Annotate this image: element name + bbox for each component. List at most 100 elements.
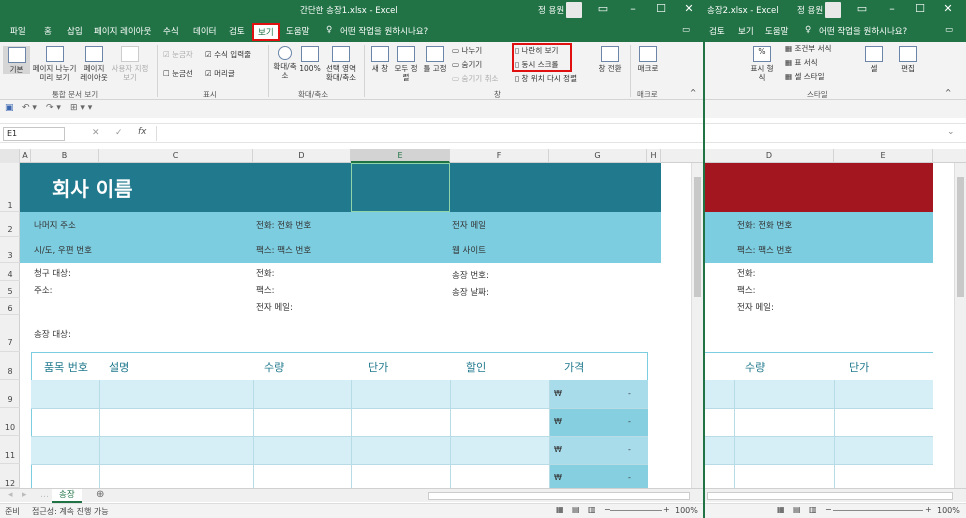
scroll-thumb[interactable] — [957, 177, 964, 297]
cells-button[interactable]: 셀 — [863, 46, 885, 73]
number-format-button[interactable]: % 표시 형식 — [749, 46, 775, 82]
zoom-in-icon[interactable]: + — [925, 505, 932, 514]
hide-button[interactable]: ▭ 숨기기 — [452, 60, 482, 69]
enter-icon[interactable]: ✓ — [115, 128, 123, 138]
comment-icon[interactable]: ▭ — [682, 25, 690, 35]
row-header-5[interactable]: 5 — [0, 281, 20, 298]
tab-view[interactable]: 보기 — [252, 23, 280, 41]
vertical-scrollbar[interactable] — [954, 163, 966, 488]
col-header-d[interactable]: D — [705, 149, 834, 163]
maximize-icon[interactable]: ☐ — [913, 2, 927, 15]
format-as-table-button[interactable]: ▦ 표 서식 — [785, 58, 818, 67]
customize-qat-icon[interactable]: ⊞ ▾ ▾ — [70, 103, 92, 113]
zoom-out-icon[interactable]: − — [604, 505, 611, 514]
tab-page-layout[interactable]: 페이지 레이아웃 — [94, 25, 151, 37]
tab-home[interactable]: 홈 — [44, 25, 52, 37]
comment-icon[interactable]: ▭ — [945, 25, 953, 35]
col-header-b[interactable]: B — [31, 149, 99, 163]
col-header-f[interactable]: F — [450, 149, 549, 163]
more-sheets-icon[interactable]: … — [40, 490, 49, 500]
unhide-button[interactable]: ▭ 숨기기 취소 — [452, 74, 498, 83]
tell-me-search[interactable]: 어떤 작업을 원하시나요? — [340, 25, 428, 37]
ribbon-display-icon[interactable]: ▭ — [596, 2, 610, 15]
cancel-icon[interactable]: ✕ — [92, 128, 100, 138]
tab-help[interactable]: 도움말 — [286, 25, 309, 37]
row-header-4[interactable]: 4 — [0, 263, 20, 281]
col-header-g[interactable]: G — [549, 149, 647, 163]
new-window-button[interactable]: 새 창 — [369, 46, 391, 73]
page-layout-status-icon[interactable]: ▤ — [572, 505, 580, 514]
col-header-e[interactable]: E — [834, 149, 933, 163]
tell-me-search[interactable]: 어떤 작업을 원하시나요? — [819, 25, 907, 37]
user-avatar[interactable] — [825, 2, 841, 18]
tab-view[interactable]: 보기 — [738, 25, 754, 37]
page-break-status-icon[interactable]: ▥ — [809, 505, 817, 514]
selected-cell-e1[interactable] — [351, 163, 450, 212]
zoom-in-icon[interactable]: + — [663, 505, 670, 514]
next-sheet-icon[interactable]: ▸ — [22, 490, 27, 500]
row-header-11[interactable]: 11 — [0, 436, 20, 464]
split-button[interactable]: ▭ 나누기 — [452, 46, 482, 55]
row-header-3[interactable]: 3 — [0, 237, 20, 263]
col-header-e[interactable]: E — [351, 149, 450, 163]
zoom-slider[interactable] — [833, 510, 923, 511]
maximize-icon[interactable]: ☐ — [654, 2, 668, 15]
sheet-grid[interactable]: 전화: 전화 번호 팩스: 팩스 번호 전자 웹 사 전화: 팩스: 전자 메일… — [705, 163, 933, 488]
tab-formulas[interactable]: 수식 — [163, 25, 179, 37]
row-header-8[interactable]: 8 — [0, 352, 20, 380]
zoom-button[interactable]: 확대/축소 — [272, 46, 298, 80]
cell-styles-button[interactable]: ▦ 셀 스타일 — [785, 72, 824, 81]
zoom-slider[interactable] — [610, 510, 662, 511]
horizontal-scrollbar[interactable] — [428, 492, 690, 500]
user-avatar[interactable] — [566, 2, 582, 18]
minimize-icon[interactable]: – — [626, 2, 640, 15]
normal-view-status-icon[interactable]: ▦ — [556, 505, 564, 514]
zoom-to-selection-button[interactable]: 선택 영역 확대/축소 — [322, 46, 360, 82]
row-header-6[interactable]: 6 — [0, 298, 20, 315]
normal-view-button[interactable]: 기본 — [3, 46, 30, 74]
page-layout-status-icon[interactable]: ▤ — [793, 505, 801, 514]
page-break-status-icon[interactable]: ▥ — [588, 505, 596, 514]
close-icon[interactable]: ✕ — [941, 2, 955, 15]
zoom-level[interactable]: 100% — [937, 506, 960, 515]
editing-button[interactable]: 편집 — [897, 46, 919, 73]
row-header-10[interactable]: 10 — [0, 408, 20, 436]
save-icon[interactable]: ▣ — [5, 103, 14, 113]
gridlines-checkbox[interactable]: ☐ 눈금선 — [163, 69, 193, 78]
expand-formula-icon[interactable]: ⌄ — [947, 127, 955, 137]
sheet-tab-invoice[interactable]: 송장 — [52, 489, 82, 503]
row-header-12[interactable]: 12 — [0, 464, 20, 488]
vertical-scrollbar[interactable] — [691, 163, 703, 488]
reset-window-position-button[interactable]: ▯ 창 위치 다시 정렬 — [515, 74, 577, 83]
user-name[interactable]: 정 용원 — [538, 4, 564, 16]
ribbon-display-icon[interactable]: ▭ — [855, 2, 869, 15]
collapse-ribbon-icon[interactable]: ^ — [945, 88, 951, 97]
formula-bar-checkbox[interactable]: ☑ 수식 입력줄 — [205, 50, 251, 59]
macros-button[interactable]: 매크로 — [636, 46, 660, 73]
formula-input[interactable] — [156, 126, 686, 141]
ruler-checkbox[interactable]: ☑ 눈금자 — [163, 50, 193, 59]
select-all-corner[interactable] — [0, 149, 20, 163]
col-header-a[interactable]: A — [20, 149, 31, 163]
scroll-thumb[interactable] — [694, 177, 701, 297]
col-header-d[interactable]: D — [253, 149, 351, 163]
function-icon[interactable]: fx — [138, 127, 147, 137]
zoom-level[interactable]: 100% — [675, 506, 698, 515]
row-header-1[interactable]: 1 — [0, 163, 20, 212]
horizontal-scrollbar[interactable] — [707, 492, 953, 500]
close-icon[interactable]: ✕ — [682, 2, 696, 15]
conditional-formatting-button[interactable]: ▦ 조건부 서식 — [785, 44, 831, 53]
add-sheet-icon[interactable]: ⊕ — [96, 489, 104, 500]
normal-view-status-icon[interactable]: ▦ — [777, 505, 785, 514]
row-header-2[interactable]: 2 — [0, 212, 20, 237]
user-name[interactable]: 정 용원 — [797, 4, 823, 16]
collapse-ribbon-icon[interactable]: ^ — [690, 88, 696, 97]
tab-review[interactable]: 검토 — [229, 25, 245, 37]
minimize-icon[interactable]: – — [885, 2, 899, 15]
name-box[interactable]: E1 — [3, 127, 65, 141]
undo-icon[interactable]: ↶ ▾ — [22, 103, 37, 113]
zoom-out-icon[interactable]: − — [825, 505, 832, 514]
col-header-c[interactable]: C — [99, 149, 253, 163]
tab-help[interactable]: 도움말 — [765, 25, 788, 37]
sheet-grid[interactable]: 회사 이름 나머지 주소 시/도, 우편 번호 전화: 전화 번호 팩스: 팩스… — [20, 163, 691, 488]
